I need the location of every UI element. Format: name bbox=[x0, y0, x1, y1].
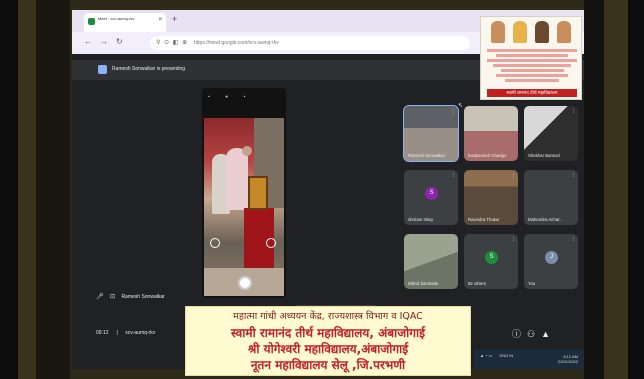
participant-name: 82 others bbox=[468, 281, 486, 286]
monitor-bezel-right bbox=[584, 0, 644, 379]
college-sticker: स्वामी रामानंद तीर्थ महाविद्यालय bbox=[480, 16, 582, 100]
presenting-text: Ramesh Sonwalkar is presenting bbox=[112, 66, 186, 72]
participant-tile[interactable]: ⫶ Dadasaheb Ghadge bbox=[464, 106, 518, 161]
new-tab-button[interactable]: + bbox=[172, 14, 177, 24]
portrait-face bbox=[535, 21, 549, 43]
portrait-face bbox=[557, 21, 571, 43]
participant-name: You bbox=[528, 281, 536, 286]
participant-name: Ramesh Sonwalkar bbox=[408, 153, 446, 158]
portrait-face bbox=[513, 21, 527, 43]
meet-side-controls: ⓘ⚇▲ bbox=[512, 327, 556, 340]
avatar: J bbox=[545, 251, 558, 264]
caption-line-1: महात्मा गांधी अध्ययन केंद्र, राज्यशास्त्… bbox=[233, 311, 423, 322]
participant-name: Milind Zamkade bbox=[408, 281, 439, 286]
camera-flip-icon[interactable] bbox=[266, 238, 276, 248]
camera-toggle-icon[interactable] bbox=[210, 238, 220, 248]
participant-tile[interactable]: ⫶ J You bbox=[524, 234, 578, 289]
avatar: S bbox=[425, 187, 438, 200]
presenter-name-label: 🎤︎ ⊡ Ramesh Sonwalkar bbox=[96, 294, 165, 300]
participant-tile[interactable]: ⫶ Mahendra Achar... bbox=[524, 170, 578, 225]
tile-options-icon[interactable]: ⫶ bbox=[573, 173, 574, 179]
caption-line-2: स्वामी रामानंद तीर्थ महाविद्यालय, अंबाजो… bbox=[230, 326, 426, 340]
shared-photo bbox=[204, 118, 284, 296]
reload-button[interactable]: ↻ bbox=[116, 37, 123, 46]
tray-icons: ▲ ◔ ▭ bbox=[480, 353, 493, 358]
info-icon[interactable]: ⓘ bbox=[512, 329, 527, 339]
meet-favicon-icon bbox=[88, 18, 95, 25]
shared-screen-phone: ▪ ● ▪ bbox=[202, 88, 286, 298]
tile-options-icon[interactable]: ⫶ bbox=[513, 237, 514, 243]
sticker-banner: स्वामी रामानंद तीर्थ महाविद्यालय bbox=[487, 89, 577, 97]
windows-taskbar: ▲ ◔ ▭ ENG IN 8:12 AM 22/01/2022 bbox=[474, 350, 584, 369]
participant-name: Shekhar Bansod bbox=[528, 153, 560, 158]
participant-tile[interactable]: ⫶ Shekhar Bansod bbox=[524, 106, 578, 161]
browser-tab[interactable]: Meet - xcv-aumq-rkv × bbox=[84, 13, 166, 32]
address-bar[interactable]: ⚲ ⊙ ◧ ⊕ https://meet.google.com/xcv-aumq… bbox=[150, 36, 470, 50]
site-info-icons: ⚲ ⊙ ◧ ⊕ bbox=[156, 40, 189, 46]
participant-tile[interactable]: ⫶ Ramesh Sonwalkar bbox=[403, 105, 459, 162]
tile-options-icon[interactable]: ⫶ bbox=[573, 237, 574, 243]
meeting-code: xcv-aumq-rkv bbox=[125, 330, 156, 336]
photo-of-monitor: Meet - xcv-aumq-rkv × + ← → ↻ ⚲ ⊙ ◧ ⊕ ht… bbox=[0, 0, 644, 379]
taskbar-clock: 8:12 AM 22/01/2022 bbox=[557, 354, 578, 364]
meeting-time: 09:12 bbox=[96, 330, 109, 336]
sticker-text-lines bbox=[487, 47, 577, 84]
tab-title: Meet - xcv-aumq-rkv bbox=[98, 16, 135, 21]
phone-status-icons: ▪ ● ▪ bbox=[208, 94, 253, 100]
participant-name: Mahendra Achar... bbox=[528, 217, 563, 222]
tile-options-icon[interactable]: ⫶ bbox=[453, 109, 454, 115]
language-indicator: ENG IN bbox=[499, 353, 514, 358]
tile-options-icon[interactable]: ⫶ bbox=[453, 237, 454, 243]
participant-name: shriram shep bbox=[408, 217, 433, 222]
caption-line-3: श्री योगेश्वरी महाविद्यालय,अंबाजोगाई bbox=[247, 342, 409, 356]
present-screen-icon bbox=[98, 65, 107, 74]
monitor-bezel-left bbox=[0, 0, 70, 379]
present-icon: ⊡ bbox=[110, 294, 116, 300]
participant-tile[interactable]: ⫶ Milind Zamkade bbox=[404, 234, 458, 289]
back-button[interactable]: ← bbox=[84, 37, 92, 46]
participant-tile[interactable]: ⫶ Ravindra Thakur bbox=[464, 170, 518, 225]
forward-button[interactable]: → bbox=[100, 37, 108, 46]
avatar: S bbox=[485, 251, 498, 264]
tile-options-icon[interactable]: ⫶ bbox=[513, 173, 514, 179]
activities-icon[interactable]: ▲ bbox=[541, 329, 556, 339]
participant-tile[interactable]: ⫶ Sshriram shep bbox=[404, 170, 458, 225]
portrait-face bbox=[491, 21, 505, 43]
event-caption: महात्मा गांधी अध्ययन केंद्र, राज्यशास्त्… bbox=[185, 306, 471, 376]
tile-options-icon[interactable]: ⫶ bbox=[453, 173, 454, 179]
mic-off-icon: 🎤︎ bbox=[96, 294, 104, 300]
participant-name: Dadasaheb Ghadge bbox=[468, 153, 507, 158]
participant-name: Ravindra Thakur bbox=[468, 217, 500, 222]
people-icon[interactable]: ⚇ bbox=[527, 329, 541, 339]
shutter-button[interactable] bbox=[238, 276, 252, 290]
participant-tile[interactable]: ⫶ S 82 others bbox=[464, 234, 518, 289]
tile-options-icon[interactable]: ⫶ bbox=[513, 109, 514, 115]
person-figure bbox=[226, 148, 248, 210]
meeting-details: 09:12 | xcv-aumq-rkv bbox=[96, 330, 156, 336]
tab-close-icon[interactable]: × bbox=[158, 17, 162, 23]
caption-line-4: नूतन महाविद्यालय सेलू ,जि.परभणी bbox=[250, 358, 406, 372]
tile-options-icon[interactable]: ⫶ bbox=[573, 109, 574, 115]
url-text: https://meet.google.com/xcv-aumq-rkv bbox=[194, 40, 279, 46]
participant-grid: ⫶ Ramesh Sonwalkar ⫶ Dadasaheb Ghadge ⫶ Shekh… bbox=[403, 105, 580, 306]
framed-portrait bbox=[248, 176, 268, 210]
